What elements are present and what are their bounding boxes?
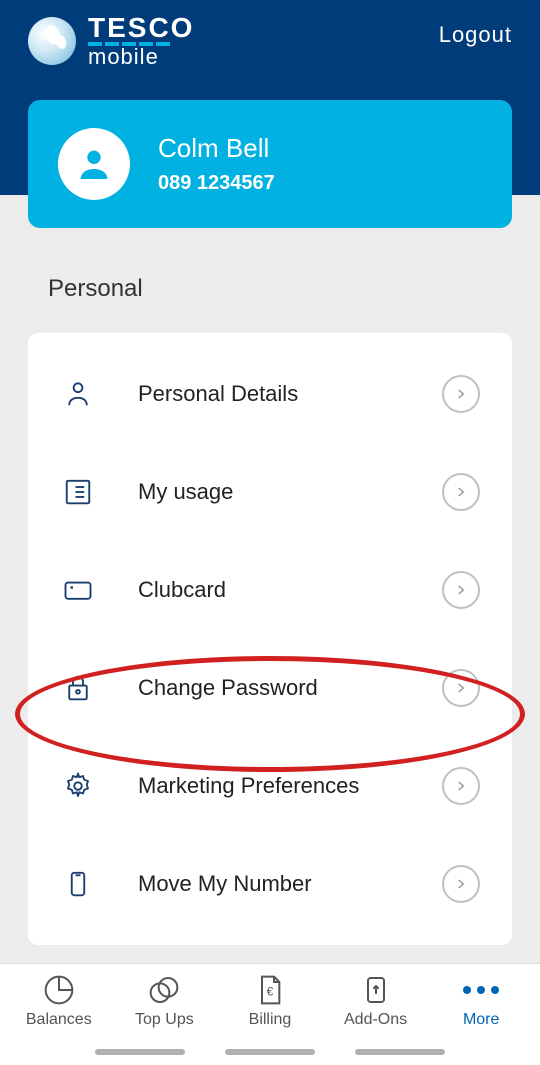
gear-icon <box>60 771 96 801</box>
logo-text: TESCO mobile <box>88 12 194 70</box>
menu-item-marketing-preferences[interactable]: Marketing Preferences <box>28 737 512 835</box>
phone-icon <box>60 869 96 899</box>
menu-item-my-usage[interactable]: My usage <box>28 443 512 541</box>
chevron-right-icon <box>442 375 480 413</box>
chevron-right-icon <box>442 865 480 903</box>
logo-icon <box>28 17 76 65</box>
menu-label: Clubcard <box>138 577 442 603</box>
nav-top-ups[interactable]: Top Ups <box>112 974 218 1029</box>
nav-balances[interactable]: Balances <box>6 974 112 1029</box>
header-top: TESCO mobile Logout <box>28 12 512 70</box>
nav-more[interactable]: More <box>428 974 534 1029</box>
home-indicator <box>0 1043 540 1065</box>
person-icon <box>74 144 114 184</box>
logout-link[interactable]: Logout <box>439 12 512 48</box>
profile-info: Colm Bell 089 1234567 <box>158 133 275 195</box>
content: Personal Personal Details My usage Clubc… <box>0 195 540 945</box>
card-plus-icon <box>60 575 96 605</box>
menu-label: Move My Number <box>138 871 442 897</box>
bottom-nav: Balances Top Ups € Billing Add-Ons More <box>0 963 540 1065</box>
nav-billing[interactable]: € Billing <box>217 974 323 1029</box>
menu-item-personal-details[interactable]: Personal Details <box>28 345 512 443</box>
list-icon <box>60 477 96 507</box>
menu-label: My usage <box>138 479 442 505</box>
bill-icon: € <box>254 974 286 1006</box>
profile-phone: 089 1234567 <box>158 172 275 195</box>
profile-card[interactable]: Colm Bell 089 1234567 <box>28 100 512 228</box>
lock-icon <box>60 673 96 703</box>
menu-label: Marketing Preferences <box>138 773 442 799</box>
chevron-right-icon <box>442 669 480 707</box>
brand-sub: mobile <box>88 44 194 70</box>
brand-main: TESCO <box>88 12 194 44</box>
nav-label: Add-Ons <box>344 1011 407 1029</box>
person-outline-icon <box>60 379 96 409</box>
menu-label: Change Password <box>138 675 442 701</box>
nav-label: Top Ups <box>135 1011 194 1029</box>
brand-logo[interactable]: TESCO mobile <box>28 12 194 70</box>
nav-label: Balances <box>26 1011 92 1029</box>
svg-text:€: € <box>267 984 274 998</box>
nav-label: Billing <box>249 1011 292 1029</box>
chevron-right-icon <box>442 473 480 511</box>
coins-icon <box>148 974 180 1006</box>
menu-card: Personal Details My usage Clubcard Chang… <box>28 333 512 945</box>
nav-row: Balances Top Ups € Billing Add-Ons More <box>0 964 540 1043</box>
addon-icon <box>360 974 392 1006</box>
menu-item-move-my-number[interactable]: Move My Number <box>28 835 512 933</box>
menu-item-change-password[interactable]: Change Password <box>28 639 512 737</box>
menu-label: Personal Details <box>138 381 442 407</box>
nav-add-ons[interactable]: Add-Ons <box>323 974 429 1029</box>
section-title: Personal <box>28 275 512 303</box>
chevron-right-icon <box>442 571 480 609</box>
avatar <box>58 128 130 200</box>
nav-label: More <box>463 1011 499 1029</box>
profile-name: Colm Bell <box>158 133 275 164</box>
more-icon <box>463 974 499 1006</box>
chevron-right-icon <box>442 767 480 805</box>
balance-icon <box>43 974 75 1006</box>
menu-item-clubcard[interactable]: Clubcard <box>28 541 512 639</box>
